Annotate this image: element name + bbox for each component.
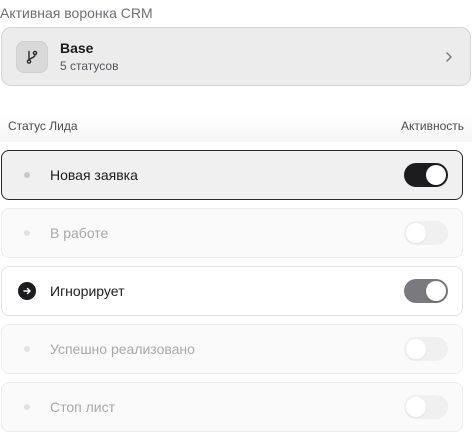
- branch-icon: [16, 40, 48, 73]
- activity-toggle[interactable]: [404, 221, 448, 245]
- funnel-status-count: 5 статусов: [60, 59, 119, 73]
- activity-toggle[interactable]: [404, 395, 448, 419]
- status-label: Стоп лист: [50, 399, 116, 415]
- crm-funnel-panel: Активная воронка CRM Base 5 статусов Ста…: [0, 0, 472, 432]
- activity-toggle[interactable]: [404, 337, 448, 361]
- status-dot-icon: [18, 224, 36, 242]
- status-row-in-progress[interactable]: В работе: [1, 208, 463, 258]
- status-row-success[interactable]: Успешно реализовано: [1, 324, 463, 374]
- status-label: Новая заявка: [50, 167, 138, 183]
- funnel-selector[interactable]: Base 5 статусов: [1, 27, 471, 86]
- activity-toggle[interactable]: [404, 163, 448, 187]
- status-dot-icon: [18, 166, 36, 184]
- activity-toggle[interactable]: [404, 279, 448, 303]
- status-dot-icon: [18, 340, 36, 358]
- status-dot-icon: [18, 398, 36, 416]
- column-header-status: Статус Лида: [8, 119, 78, 133]
- status-label: Успешно реализовано: [50, 341, 195, 357]
- status-label: Игнорирует: [50, 283, 125, 299]
- status-table-header: Статус Лида Активность: [0, 110, 472, 142]
- status-row-stop-list[interactable]: Стоп лист: [1, 382, 463, 432]
- arrow-right-circle-icon: [18, 282, 36, 300]
- status-label: В работе: [50, 225, 109, 241]
- column-header-activity: Активность: [400, 119, 464, 133]
- funnel-name: Base: [60, 40, 94, 56]
- status-row-ignoring[interactable]: Игнорирует: [1, 266, 463, 316]
- chevron-right-icon: [442, 50, 456, 64]
- section-title: Активная воронка CRM: [0, 5, 153, 21]
- status-row-new-request[interactable]: Новая заявка: [1, 150, 463, 200]
